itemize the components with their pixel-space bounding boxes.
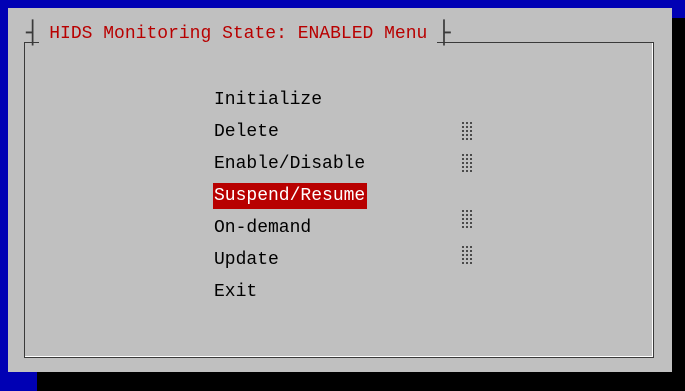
- menu-item-on-demand[interactable]: On-demand: [213, 212, 367, 244]
- menu-item-label: Initialize: [214, 90, 323, 110]
- dialog-shadow-right: [672, 18, 685, 391]
- dialog-title: HIDS Monitoring State: ENABLED Menu: [39, 22, 438, 46]
- menu-item-label: Exit: [214, 282, 258, 302]
- menu-item-label: Enable/Disable: [214, 154, 366, 174]
- menu-item-enable-disable[interactable]: Enable/Disable: [213, 148, 367, 180]
- menu-item-label: On-demand: [214, 218, 312, 238]
- menu-item-initialize[interactable]: Initialize: [213, 84, 367, 116]
- scroll-indicator-icon: [462, 246, 472, 264]
- menu-item-exit[interactable]: Exit: [213, 276, 367, 308]
- menu-item-label: Delete: [214, 122, 279, 142]
- menu-item-delete[interactable]: Delete: [213, 116, 367, 148]
- terminal-screen: ┤ HIDS Monitoring State: ENABLED Menu ├ …: [0, 0, 685, 391]
- menu-item-update[interactable]: Update: [213, 244, 367, 276]
- dialog-title-bar: ┤ HIDS Monitoring State: ENABLED Menu ├: [26, 22, 451, 46]
- menu-item-suspend-resume[interactable]: Suspend/Resume: [213, 180, 368, 212]
- menu-list: Initialize Delete Enable/Disable Suspend…: [213, 84, 368, 308]
- menu-item-label: Update: [214, 250, 279, 270]
- scroll-indicator-icon: [462, 154, 472, 172]
- title-right-tee-icon: ├: [437, 21, 451, 46]
- dialog-shadow-bottom: [37, 372, 685, 391]
- scroll-indicator-icon: [462, 210, 472, 228]
- menu-item-label: Suspend/Resume: [213, 183, 368, 209]
- title-left-tee-icon: ┤: [26, 21, 40, 46]
- scroll-indicator-icon: [462, 122, 472, 140]
